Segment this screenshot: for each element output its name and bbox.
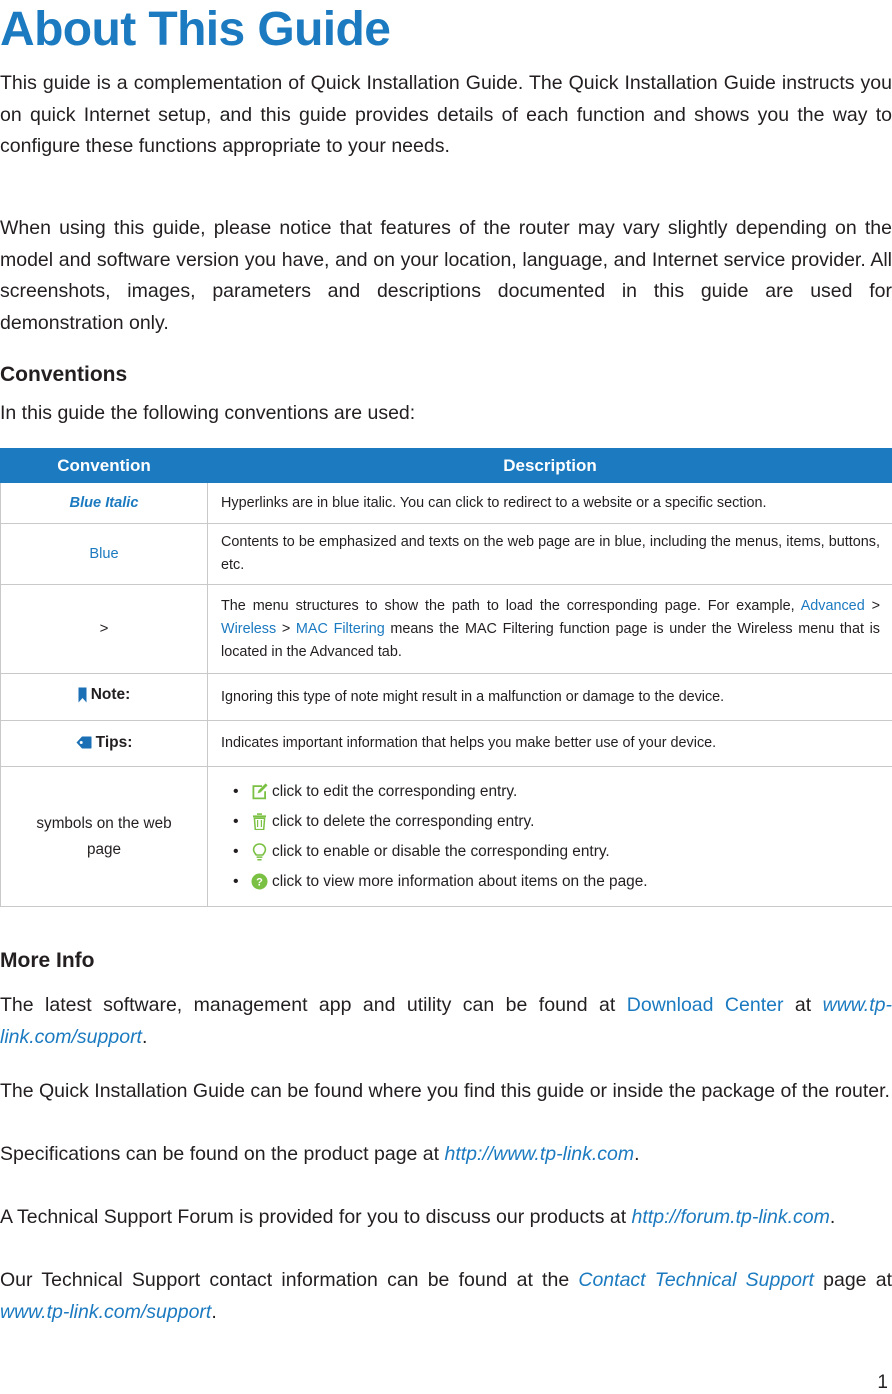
guide-page: About This Guide This guide is a complem… [0,0,892,1394]
list-item: • click to delete the corresponding entr… [233,807,880,837]
description-cell: Hyperlinks are in blue italic. You can c… [207,482,892,524]
bullet-marker: • [233,842,239,860]
table-row: > The menu structures to show the path t… [0,584,892,674]
menu-path-link-advanced[interactable]: Advanced [801,598,865,614]
bullet-marker: • [233,782,239,800]
menu-path-separator-1: > [864,597,880,614]
conventions-lead-in: In this guide the following conventions … [0,402,416,424]
more-info-heading: More Info [0,949,95,972]
symbol-description: click to view more information about ite… [272,872,648,890]
more-info-paragraph-3: Specifications can be found on the produ… [0,1139,892,1171]
page-title: About This Guide [0,3,391,56]
tips-label: Tips: [95,733,133,751]
more-info-p1-middle: at [783,994,823,1016]
download-center-link[interactable]: Download Center [627,994,784,1016]
more-info-p3-after: . [634,1143,640,1165]
convention-label-greater-than: > [99,620,109,637]
more-info-p5-middle: page at [813,1269,892,1291]
more-info-p1-after: . [141,1025,148,1048]
more-info-p5-before: Our Technical Support contact informatio… [0,1269,579,1291]
table-row: Tips: Indicates important information th… [0,720,892,767]
symbol-description: click to enable or disable the correspon… [272,842,610,860]
description-cell: Ignoring this type of note might result … [207,673,892,721]
svg-text:?: ? [256,877,263,889]
more-info-paragraph-1: The latest software, management app and … [0,990,892,1053]
table-row: symbols on the web page • click to edit … [0,766,892,907]
intro-paragraph-2: When using this guide, please notice tha… [0,217,892,334]
more-info-paragraph-5: Our Technical Support contact informatio… [0,1265,892,1328]
menu-path-separator-2: > [276,620,296,637]
description-cell: Indicates important information that hel… [207,720,892,767]
convention-cell: Note: [0,673,208,721]
help-icon[interactable]: ? [249,872,269,892]
trash-icon[interactable] [249,812,269,832]
list-item: • ? click to view more information about… [233,867,880,897]
description-cell: The menu structures to show the path to … [207,584,892,674]
table-row: Blue Contents to be emphasized and texts… [0,523,892,585]
tag-icon [76,736,92,749]
bullet-marker: • [233,812,239,830]
conventions-table: Convention Description Blue Italic Hyper… [0,448,892,907]
symbols-list: • click to edit the corresponding entry.… [233,777,880,897]
more-info-p4-after: . [829,1206,836,1228]
table-row: Note: Ignoring this type of note might r… [0,673,892,721]
convention-cell: Tips: [0,720,208,767]
more-info-p1-before: The latest software, management app and … [0,994,627,1016]
more-info-p3-before: Specifications can be found on the produ… [0,1143,445,1165]
symbol-description: click to edit the corresponding entry. [272,782,518,800]
conventions-heading: Conventions [0,363,128,386]
tplink-support-link-2[interactable]: www.tp-link.com/support [0,1301,211,1323]
note-label-group: Note: [78,683,131,706]
convention-label-blue: Blue [89,545,119,562]
bulb-icon[interactable] [249,842,269,862]
menu-path-link-mac-filtering[interactable]: MAC Filtering [296,621,385,637]
column-header-description: Description [207,448,892,483]
convention-cell: Blue [0,523,208,585]
tips-label-group: Tips: [76,731,133,754]
bookmark-icon [78,687,87,703]
note-label: Note: [90,686,131,704]
description-cell: • click to edit the corresponding entry.… [207,766,892,907]
description-cell: Contents to be emphasized and texts on t… [207,523,892,585]
list-item: • click to enable or disable the corresp… [233,837,880,867]
page-number: 1 [877,1372,888,1393]
bullet-marker: • [233,872,239,890]
convention-cell: > [0,584,208,674]
more-info-p5-after: . [211,1300,217,1323]
symbol-description: click to delete the corresponding entry. [272,812,535,830]
tplink-forum-link[interactable]: http://forum.tp-link.com [632,1206,830,1228]
tplink-website-link[interactable]: http://www.tp-link.com [444,1143,634,1165]
convention-cell: symbols on the web page [0,766,208,907]
more-info-paragraph-2: The Quick Installation Guide can be foun… [0,1080,890,1102]
more-info-p4-before: A Technical Support Forum is provided fo… [0,1206,632,1228]
convention-cell: Blue Italic [0,482,208,524]
edit-icon[interactable] [249,782,269,802]
table-row: Blue Italic Hyperlinks are in blue itali… [0,482,892,524]
contact-technical-support-link[interactable]: Contact Technical Support [578,1269,814,1291]
more-info-paragraph-4: A Technical Support Forum is provided fo… [0,1202,892,1234]
intro-paragraph-1: This guide is a complementation of Quick… [0,72,892,157]
menu-path-link-wireless[interactable]: Wireless [221,621,276,637]
column-header-convention: Convention [0,448,208,483]
menu-path-text-before: The menu structures to show the path to … [221,597,801,614]
symbols-label: symbols on the web page [36,814,172,858]
list-item: • click to edit the corresponding entry. [233,777,880,807]
convention-label-blue-italic: Blue Italic [69,494,139,511]
table-header-row: Convention Description [0,448,892,483]
